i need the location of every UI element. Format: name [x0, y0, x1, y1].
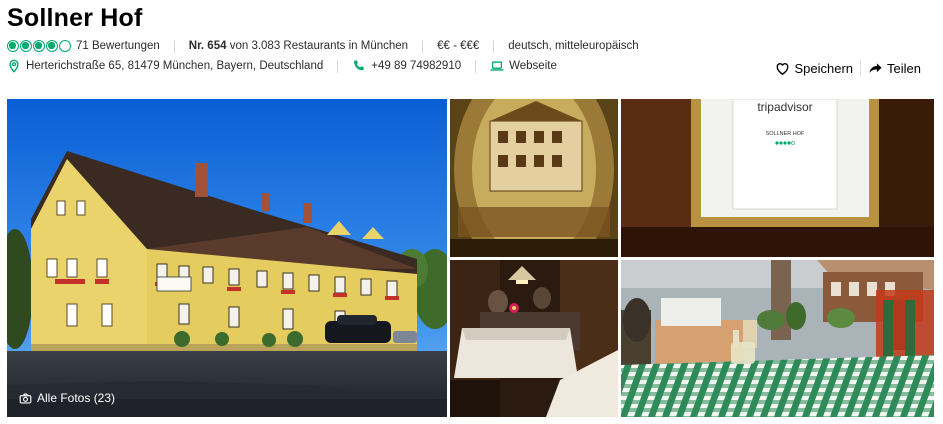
- share-label: Teilen: [887, 60, 921, 76]
- ranking-text[interactable]: Nr. 654 von 3.083 Restaurants in München: [189, 40, 408, 52]
- heart-icon: [777, 62, 789, 75]
- share-button[interactable]: Teilen: [868, 61, 921, 76]
- phone-icon: [352, 59, 366, 73]
- certificate-name: SOLLNER HOF: [766, 131, 805, 137]
- rank-number: Nr. 654: [188, 40, 227, 52]
- all-photos-button[interactable]: Alle Fotos (23): [19, 391, 115, 405]
- reviews-link[interactable]: 71 Bewertungen: [76, 40, 160, 52]
- photo-thumb-interior[interactable]: [450, 260, 618, 417]
- rating-bubble-full: [46, 40, 58, 52]
- contact-row: Herterichstraße 65, 81479 München, Bayer…: [7, 57, 557, 75]
- divider: [493, 39, 495, 53]
- photo-thumb-beergarden[interactable]: [621, 260, 934, 417]
- restaurant-title: Sollner Hof: [7, 4, 143, 32]
- action-bar: Speichern Teilen: [775, 60, 921, 76]
- rating-bubble-empty: [59, 40, 71, 52]
- save-button[interactable]: Speichern: [775, 61, 853, 76]
- divider: [860, 60, 862, 76]
- rating-bubbles[interactable]: [7, 40, 71, 52]
- certificate-brand: tripadvisor: [757, 100, 812, 114]
- save-label: Speichern: [794, 60, 854, 76]
- price-range[interactable]: €€ - €€€: [437, 40, 479, 52]
- photo-gallery: Alle Fotos (23) tripadvisor SOLLNER HOF: [7, 99, 934, 417]
- phone-number[interactable]: +49 89 74982910: [371, 60, 461, 72]
- divider: [337, 59, 339, 73]
- rating-bubble-full: [33, 40, 45, 52]
- rating-bubble-full: [7, 40, 19, 52]
- map-pin-icon: [7, 59, 21, 73]
- divider: [475, 59, 477, 73]
- all-photos-label: Alle Fotos (23): [37, 391, 116, 405]
- rating-bubble-full: [20, 40, 32, 52]
- website-link[interactable]: Webseite: [509, 60, 557, 72]
- divider: [422, 39, 424, 53]
- address-link[interactable]: Herterichstraße 65, 81479 München, Bayer…: [26, 60, 323, 72]
- divider: [173, 39, 175, 53]
- photo-thumb-bottle[interactable]: [450, 99, 618, 257]
- rank-suffix: von 3.083 Restaurants in München: [229, 40, 409, 52]
- cuisine-text[interactable]: deutsch, mitteleuropäisch: [508, 40, 638, 52]
- main-photo[interactable]: Alle Fotos (23): [7, 99, 447, 417]
- camera-icon: [19, 392, 32, 404]
- photo-thumb-certificate[interactable]: tripadvisor SOLLNER HOF: [621, 99, 934, 257]
- share-arrow-icon: [869, 62, 882, 73]
- rating-row: 71 Bewertungen Nr. 654 von 3.083 Restaur…: [7, 37, 639, 55]
- laptop-icon: [490, 59, 504, 73]
